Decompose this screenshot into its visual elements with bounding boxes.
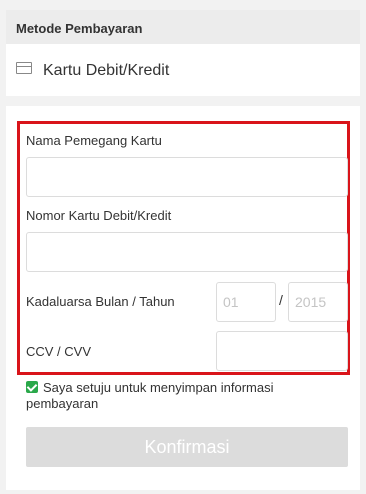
- section-title: Metode Pembayaran: [16, 21, 143, 36]
- payment-method-row[interactable]: Kartu Debit/Kredit: [6, 44, 360, 96]
- section-header: Metode Pembayaran: [6, 10, 360, 44]
- expiry-month-input[interactable]: [216, 282, 276, 322]
- cvv-input[interactable]: [216, 331, 348, 371]
- cvv-label: CCV / CVV: [26, 344, 92, 359]
- expiry-year-input[interactable]: [288, 282, 348, 322]
- consent-text: Saya setuju untuk menyimpan informasi pe…: [26, 380, 274, 411]
- cardholder-label: Nama Pemegang Kartu: [26, 133, 162, 148]
- cardholder-input[interactable]: [26, 157, 348, 197]
- credit-card-icon: [16, 62, 32, 74]
- payment-method-label: Kartu Debit/Kredit: [43, 62, 170, 79]
- card-number-input[interactable]: [26, 232, 348, 272]
- expiry-label: Kadaluarsa Bulan / Tahun: [26, 294, 175, 309]
- card-number-label: Nomor Kartu Debit/Kredit: [26, 208, 172, 223]
- expiry-separator: /: [279, 292, 283, 308]
- confirm-button[interactable]: Konfirmasi: [26, 427, 348, 467]
